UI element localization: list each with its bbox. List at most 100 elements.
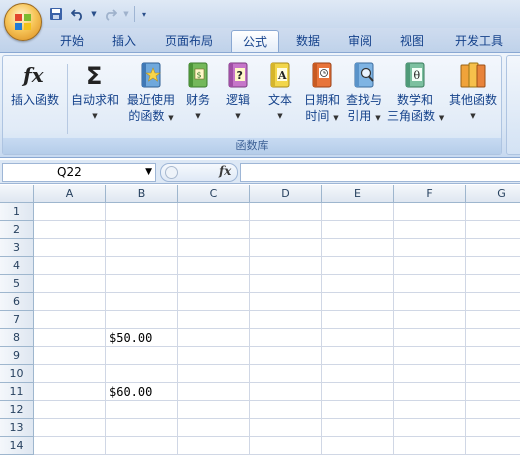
cell-b1[interactable] [106, 203, 178, 221]
row-header-10[interactable]: 10 [0, 365, 34, 383]
cell-b2[interactable] [106, 221, 178, 239]
cell-a3[interactable] [34, 239, 106, 257]
cell-e5[interactable] [322, 275, 394, 293]
row-header-4[interactable]: 4 [0, 257, 34, 275]
recent-dropdown-icon[interactable]: ▼ [168, 114, 173, 122]
tab-formulas[interactable]: 公式 [231, 30, 279, 52]
select-all-corner[interactable] [0, 185, 34, 203]
cell-c14[interactable] [178, 437, 250, 455]
cell-f2[interactable] [394, 221, 466, 239]
cell-e2[interactable] [322, 221, 394, 239]
cell-d13[interactable] [250, 419, 322, 437]
cell-g9[interactable] [466, 347, 520, 365]
cell-c12[interactable] [178, 401, 250, 419]
cell-b12[interactable] [106, 401, 178, 419]
cell-d12[interactable] [250, 401, 322, 419]
recent-functions-button[interactable]: 最近使用 的函数 ▼ [123, 60, 179, 126]
cell-g3[interactable] [466, 239, 520, 257]
cell-c13[interactable] [178, 419, 250, 437]
next-group-edge[interactable] [506, 55, 520, 155]
financial-dropdown-icon[interactable]: ▼ [181, 108, 215, 124]
cell-d10[interactable] [250, 365, 322, 383]
tab-data[interactable]: 数据 [286, 30, 330, 52]
cell-e4[interactable] [322, 257, 394, 275]
cell-e12[interactable] [322, 401, 394, 419]
cell-f6[interactable] [394, 293, 466, 311]
cell-a9[interactable] [34, 347, 106, 365]
row-header-1[interactable]: 1 [0, 203, 34, 221]
row-header-9[interactable]: 9 [0, 347, 34, 365]
cell-e11[interactable] [322, 383, 394, 401]
cell-f9[interactable] [394, 347, 466, 365]
cell-b8[interactable]: $50.00 [106, 329, 178, 347]
insert-function-button[interactable]: fx 插入函数 [5, 60, 65, 108]
cell-e10[interactable] [322, 365, 394, 383]
column-header-g[interactable]: G [466, 185, 520, 203]
cell-c8[interactable] [178, 329, 250, 347]
tab-insert[interactable]: 插入 [102, 30, 146, 52]
column-header-e[interactable]: E [322, 185, 394, 203]
financial-button[interactable]: $ 财务 ▼ [181, 60, 215, 124]
cell-f5[interactable] [394, 275, 466, 293]
date-time-button[interactable]: 日期和 时间 ▼ [301, 60, 343, 126]
cell-e14[interactable] [322, 437, 394, 455]
name-box[interactable]: Q22 ▼ [2, 163, 156, 182]
cell-d1[interactable] [250, 203, 322, 221]
cell-f13[interactable] [394, 419, 466, 437]
tab-review[interactable]: 审阅 [338, 30, 382, 52]
tab-view[interactable]: 视图 [390, 30, 434, 52]
lookup-dropdown-icon[interactable]: ▼ [375, 114, 380, 122]
row-header-12[interactable]: 12 [0, 401, 34, 419]
tab-page-layout[interactable]: 页面布局 [154, 30, 224, 52]
cell-g1[interactable] [466, 203, 520, 221]
cell-f14[interactable] [394, 437, 466, 455]
name-box-dropdown-icon[interactable]: ▼ [145, 164, 152, 181]
autosum-dropdown-icon[interactable]: ▼ [69, 108, 121, 124]
cell-f8[interactable] [394, 329, 466, 347]
cell-a11[interactable] [34, 383, 106, 401]
cell-b7[interactable] [106, 311, 178, 329]
save-icon[interactable] [46, 5, 66, 23]
cell-a5[interactable] [34, 275, 106, 293]
undo-dropdown-icon[interactable]: ▼ [90, 5, 98, 23]
cell-f7[interactable] [394, 311, 466, 329]
cell-g2[interactable] [466, 221, 520, 239]
row-header-7[interactable]: 7 [0, 311, 34, 329]
cell-d11[interactable] [250, 383, 322, 401]
row-header-8[interactable]: 8 [0, 329, 34, 347]
redo-icon[interactable] [100, 5, 120, 23]
row-header-14[interactable]: 14 [0, 437, 34, 455]
more-functions-button[interactable]: 其他函数 ▼ [445, 60, 501, 124]
cell-d2[interactable] [250, 221, 322, 239]
cell-b13[interactable] [106, 419, 178, 437]
cell-d6[interactable] [250, 293, 322, 311]
row-header-6[interactable]: 6 [0, 293, 34, 311]
cell-a2[interactable] [34, 221, 106, 239]
text-functions-button[interactable]: A 文本 ▼ [261, 60, 299, 124]
column-header-c[interactable]: C [178, 185, 250, 203]
cell-e8[interactable] [322, 329, 394, 347]
cell-c1[interactable] [178, 203, 250, 221]
cell-b4[interactable] [106, 257, 178, 275]
cell-a7[interactable] [34, 311, 106, 329]
row-header-3[interactable]: 3 [0, 239, 34, 257]
row-header-11[interactable]: 11 [0, 383, 34, 401]
cell-a6[interactable] [34, 293, 106, 311]
cell-a10[interactable] [34, 365, 106, 383]
cell-b14[interactable] [106, 437, 178, 455]
column-header-a[interactable]: A [34, 185, 106, 203]
cell-a1[interactable] [34, 203, 106, 221]
math-trig-dropdown-icon[interactable]: ▼ [439, 114, 444, 122]
cell-e13[interactable] [322, 419, 394, 437]
cell-g7[interactable] [466, 311, 520, 329]
more-functions-dropdown-icon[interactable]: ▼ [445, 108, 501, 124]
cell-b3[interactable] [106, 239, 178, 257]
insert-function-fx-button[interactable]: fx [219, 164, 231, 178]
cell-f1[interactable] [394, 203, 466, 221]
row-header-13[interactable]: 13 [0, 419, 34, 437]
cell-c10[interactable] [178, 365, 250, 383]
row-header-5[interactable]: 5 [0, 275, 34, 293]
cell-f10[interactable] [394, 365, 466, 383]
cell-e6[interactable] [322, 293, 394, 311]
cell-e9[interactable] [322, 347, 394, 365]
